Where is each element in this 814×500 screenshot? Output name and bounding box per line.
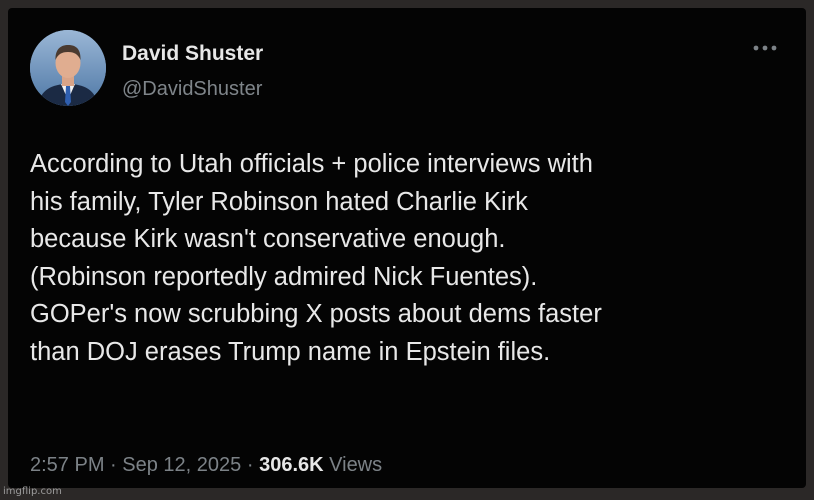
tweet-text: According to Utah officials + police int… [30,146,790,371]
profile-photo [30,30,106,106]
meta-separator: · [246,454,254,476]
avatar[interactable] [30,30,106,106]
tweet-line: than DOJ erases Trump name in Epstein fi… [30,337,551,366]
meta-separator: · [110,454,117,476]
author-handle[interactable]: @DavidShuster [122,78,262,101]
author-display-name[interactable]: David Shuster [122,42,263,66]
more-horizontal-icon [753,45,777,51]
tweet-time[interactable]: 2:57 PM [30,454,104,476]
more-options-button[interactable] [748,38,782,58]
tweet-line: his family, Tyler Robinson hated Charlie… [30,187,528,216]
tweet-line: According to Utah officials + police int… [30,150,593,178]
watermark: imgflip.com [3,486,62,497]
views-label: Views [329,454,383,476]
tweet-line: (Robinson reportedly admired Nick Fuente… [30,262,538,291]
tweet-meta: 2:57 PM · Sep 12, 2025 · 306.6K Views [30,454,382,477]
tweet-line: because Kirk wasn't conservative enough. [30,225,506,253]
tweet-date[interactable]: Sep 12, 2025 [122,454,241,476]
views-count: 306.6K [259,454,324,476]
tweet-card: David Shuster @DavidShuster According to… [8,8,806,488]
screenshot-frame: David Shuster @DavidShuster According to… [0,0,814,500]
tweet-line: GOPer's now scrubbing X posts about dems… [30,300,602,328]
